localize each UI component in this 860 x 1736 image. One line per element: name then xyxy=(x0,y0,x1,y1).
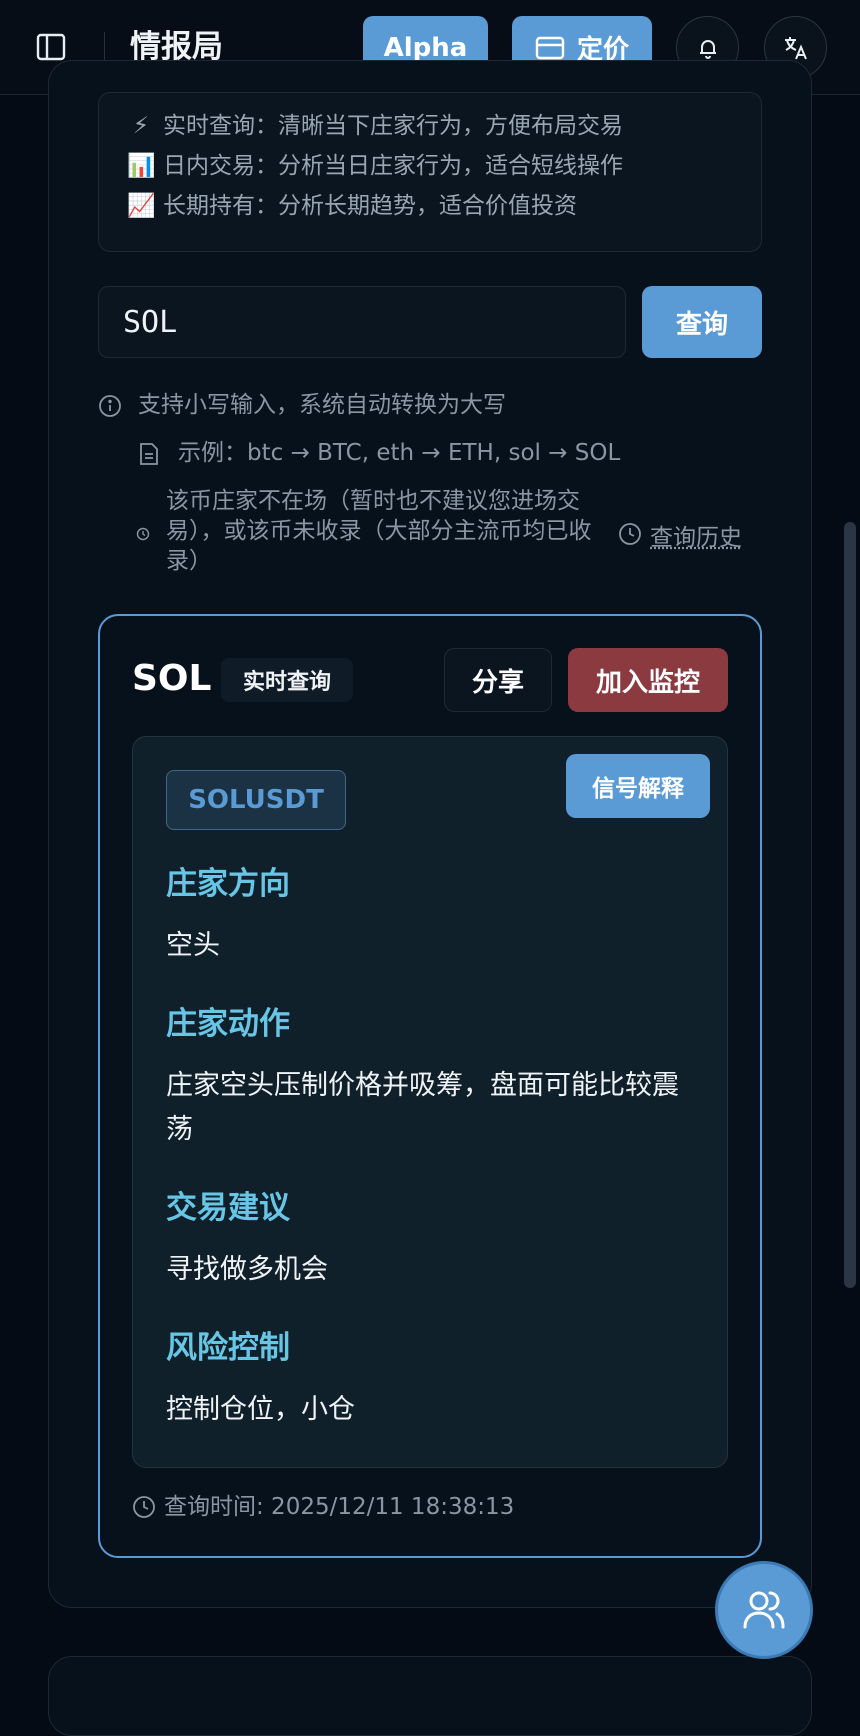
bar-chart-icon: 📊 xyxy=(127,151,155,181)
section-title-risk: 风险控制 xyxy=(166,1328,290,1368)
trend-up-icon: 📈 xyxy=(127,191,155,221)
share-button[interactable]: 分享 xyxy=(444,648,552,712)
add-monitor-button[interactable]: 加入监控 xyxy=(568,648,728,712)
history-clock-icon xyxy=(618,522,642,550)
sidebar-toggle-icon[interactable] xyxy=(36,32,66,62)
mode-info-box: ⚡ 实时查询：清晰当下庄家行为，方便布局交易 📊 日内交易：分析当日庄家行为，适合短… xyxy=(98,92,762,252)
not-present-hint: 该币庄家不在场（暂时也不建议您进场交易），或该币未收录（大部分主流币均已收录） xyxy=(166,486,606,576)
document-icon xyxy=(138,442,160,470)
symbol-search-input[interactable] xyxy=(98,286,626,358)
section-value-direction: 空头 xyxy=(166,924,686,968)
add-monitor-button-label: 加入监控 xyxy=(596,662,700,699)
section-value-action: 庄家空头压制价格并吸筹，盘面可能比较震荡 xyxy=(166,1064,686,1152)
query-time-clock-icon xyxy=(132,1495,156,1523)
next-card xyxy=(48,1656,812,1736)
info-line-text: 日内交易：分析当日庄家行为，适合短线操作 xyxy=(163,153,623,179)
section-title-action: 庄家动作 xyxy=(166,1004,290,1044)
scrollbar[interactable] xyxy=(844,522,856,1288)
section-title-suggestion: 交易建议 xyxy=(166,1188,290,1228)
translate-icon xyxy=(783,35,809,61)
info-icon xyxy=(98,394,122,422)
section-value-risk: 控制仓位，小仓 xyxy=(166,1388,686,1432)
result-symbol: SOL xyxy=(132,656,211,702)
users-icon xyxy=(741,1587,787,1633)
signal-explain-label: 信号解释 xyxy=(592,769,684,803)
query-mode-badge: 实时查询 xyxy=(221,658,353,702)
info-line-text: 长期持有：分析长期趋势，适合价值投资 xyxy=(163,193,577,219)
query-history-link[interactable]: 查询历史 xyxy=(650,518,742,552)
lightning-icon: ⚡ xyxy=(127,111,155,141)
info-line-longterm: 📈 长期持有：分析长期趋势，适合价值投资 xyxy=(127,191,577,221)
section-value-suggestion: 寻找做多机会 xyxy=(166,1248,686,1292)
info-line-intraday: 📊 日内交易：分析当日庄家行为，适合短线操作 xyxy=(127,151,623,181)
section-title-direction: 庄家方向 xyxy=(166,864,290,904)
uppercase-hint: 支持小写输入，系统自动转换为大写 xyxy=(138,390,506,420)
clock-icon xyxy=(136,526,150,545)
info-line-realtime: ⚡ 实时查询：清晰当下庄家行为，方便布局交易 xyxy=(127,111,623,141)
trading-pair-badge: SOLUSDT xyxy=(166,770,346,830)
example-hint: 示例：btc → BTC, eth → ETH, sol → SOL xyxy=(178,438,620,468)
info-line-text: 实时查询：清晰当下庄家行为，方便布局交易 xyxy=(163,113,623,139)
search-button[interactable]: 查询 xyxy=(642,286,762,358)
query-time: 查询时间: 2025/12/11 18:38:13 xyxy=(164,1492,514,1522)
search-button-label: 查询 xyxy=(676,304,728,341)
alpha-button-label: Alpha xyxy=(384,33,468,63)
bell-icon xyxy=(696,36,720,60)
share-button-label: 分享 xyxy=(472,662,524,699)
signal-explain-button[interactable]: 信号解释 xyxy=(566,754,710,818)
community-button[interactable] xyxy=(715,1561,813,1659)
credit-card-icon xyxy=(535,36,565,60)
